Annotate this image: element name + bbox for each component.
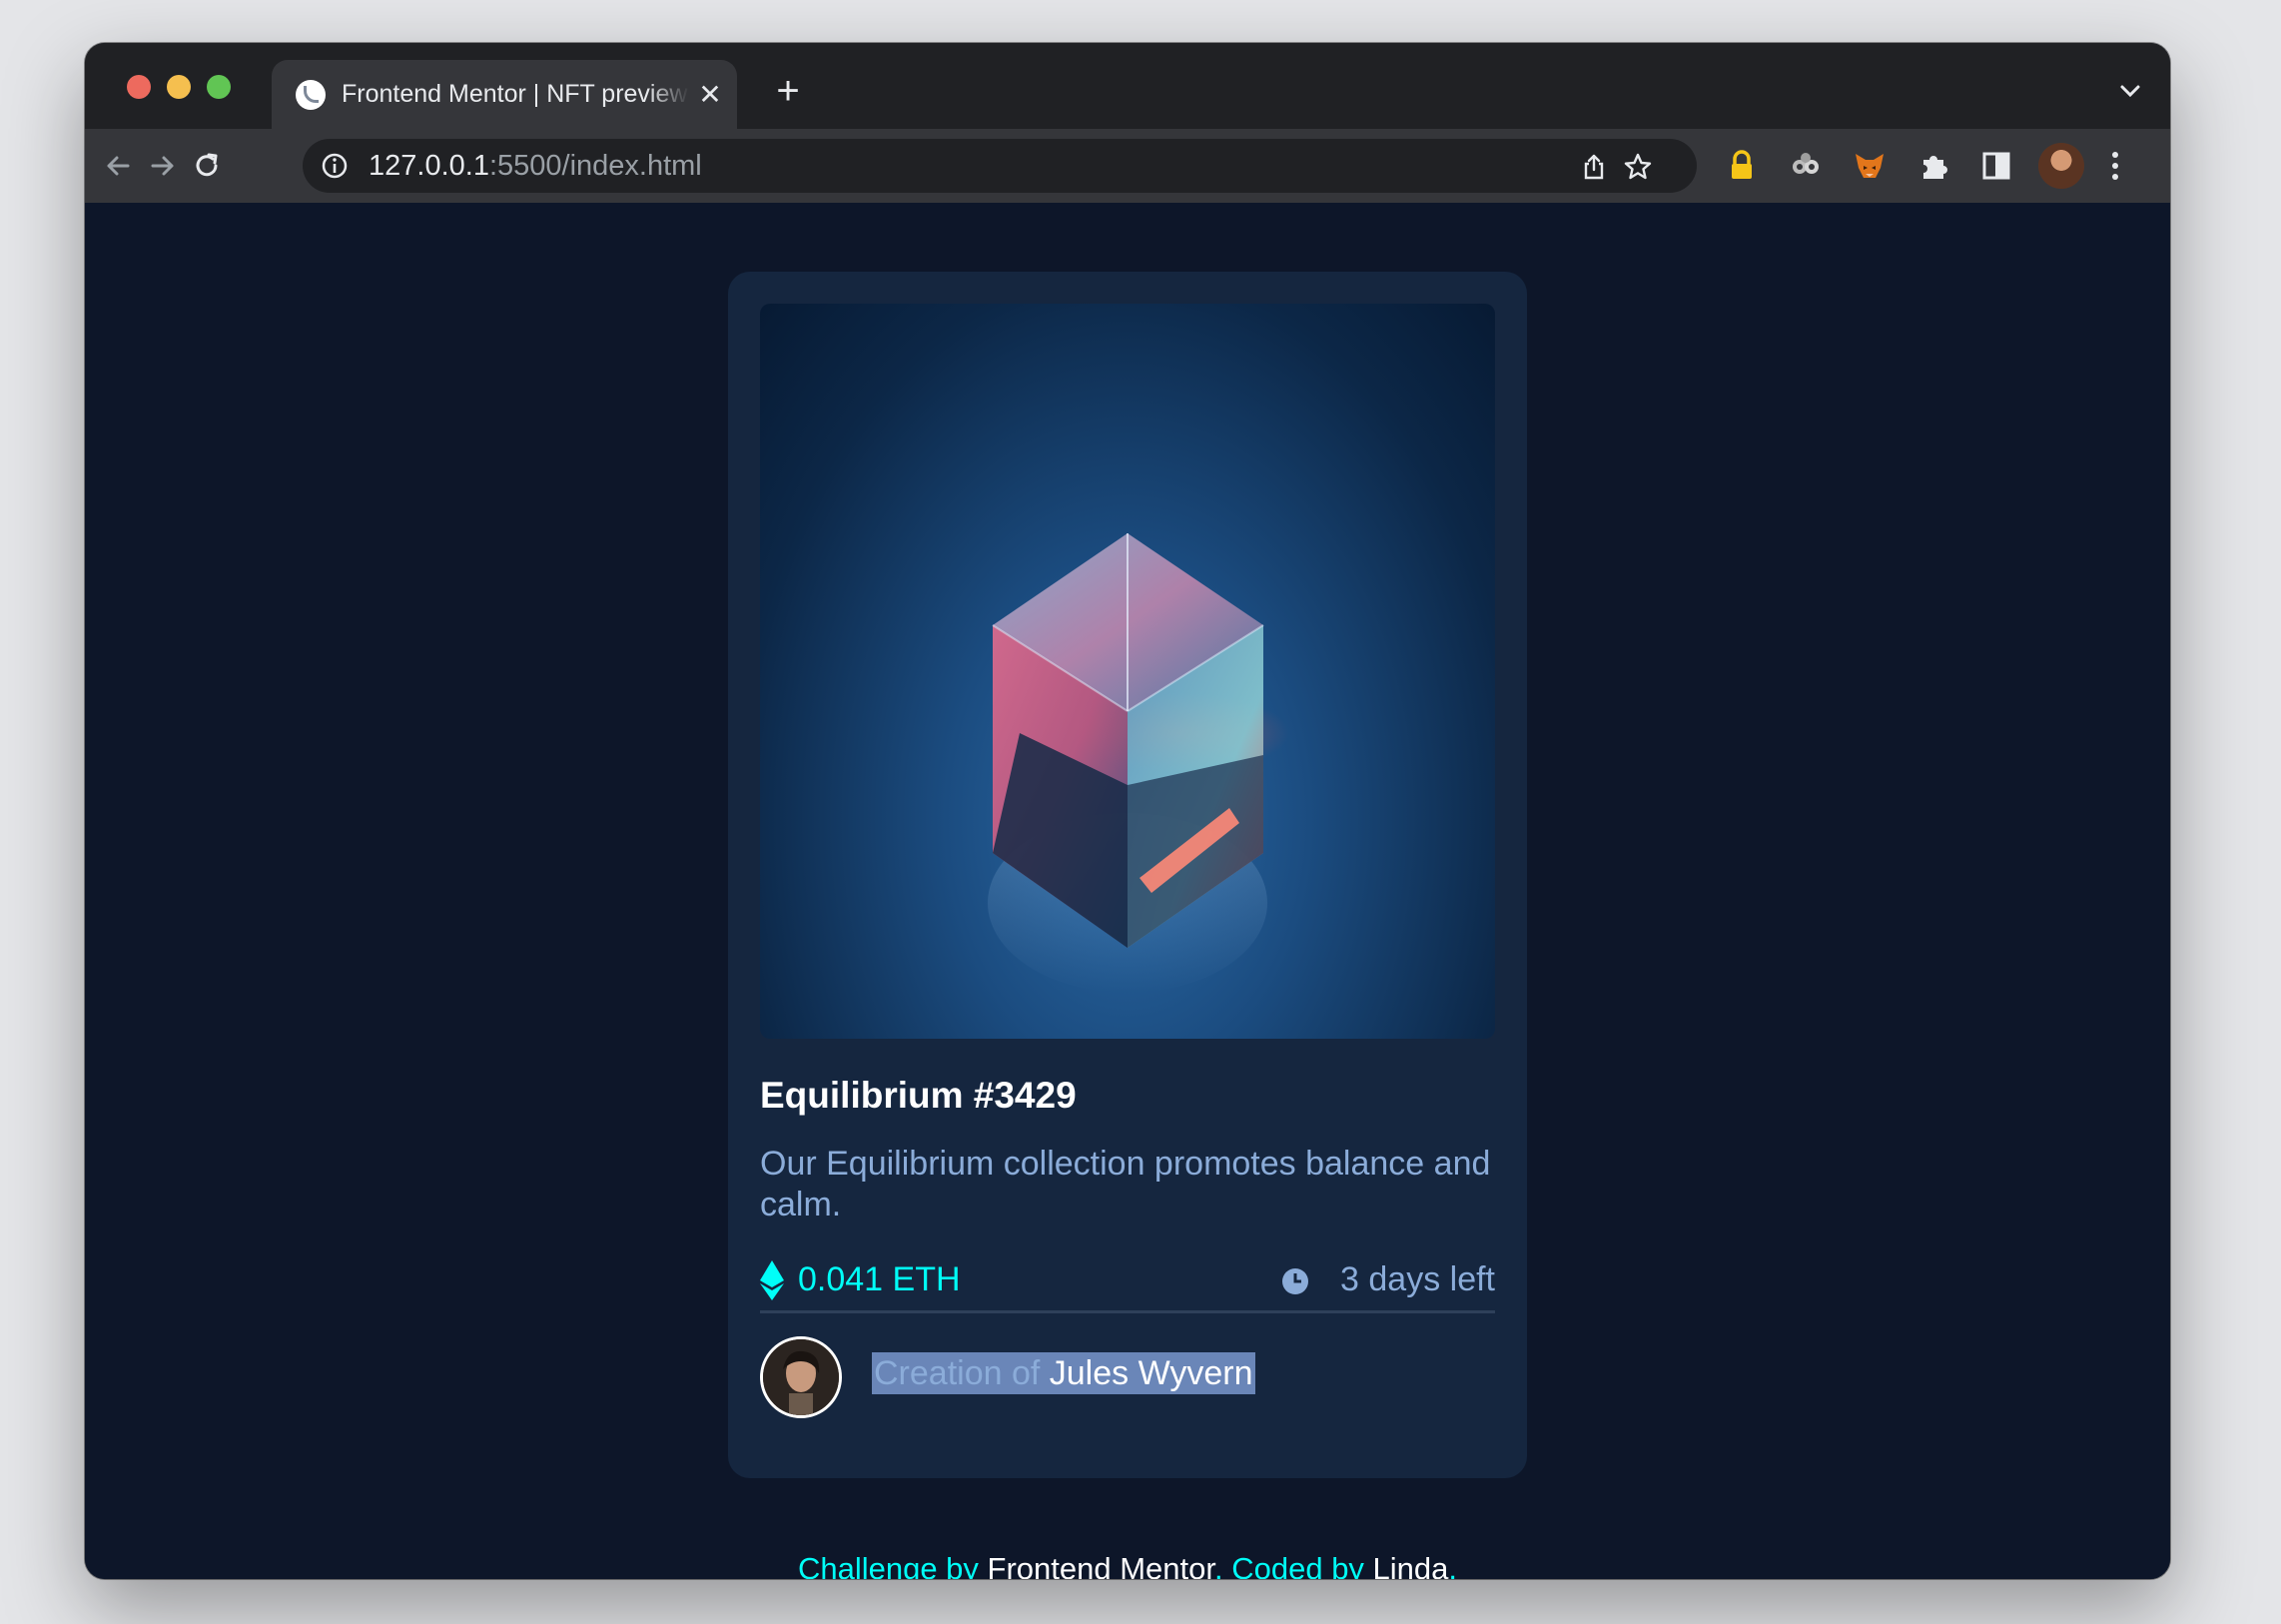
nft-title[interactable]: Equilibrium #3429: [760, 1075, 1077, 1117]
url-text[interactable]: 127.0.0.1:5500/index.html: [369, 150, 702, 184]
minimize-window-button[interactable]: [167, 75, 191, 99]
star-icon[interactable]: [1623, 152, 1653, 182]
url-host: 127.0.0.1: [369, 150, 489, 182]
eyes-icon[interactable]: [1788, 148, 1824, 184]
coded-by-prefix: . Coded by: [1214, 1551, 1373, 1579]
close-icon[interactable]: ✕: [695, 80, 725, 110]
title-bar: Frontend Mentor | NFT preview card compo…: [85, 43, 2170, 129]
time-left: 3 days left: [1340, 1260, 1495, 1298]
ethereum-icon: [760, 1260, 784, 1300]
frontend-mentor-favicon-icon: [296, 80, 326, 110]
profile-avatar[interactable]: [2038, 143, 2084, 189]
creator-prefix: Creation of: [874, 1354, 1050, 1392]
creator-line: Creation of Jules Wyvern: [872, 1352, 1255, 1394]
clock-icon: [1282, 1268, 1308, 1294]
side-panel-icon[interactable]: [1978, 148, 2014, 184]
nft-price: 0.041 ETH: [798, 1260, 961, 1298]
maximize-window-button[interactable]: [207, 75, 231, 99]
arrow-left-icon[interactable]: [101, 149, 135, 183]
fox-icon[interactable]: [1852, 148, 1888, 184]
tab-title: Frontend Mentor | NFT preview card compo…: [342, 80, 689, 108]
attribution-footer: Challenge by Frontend Mentor. Coded by L…: [85, 1551, 2170, 1579]
frontend-mentor-link[interactable]: Frontend Mentor: [988, 1551, 1214, 1579]
share-icon[interactable]: [1579, 152, 1609, 182]
nft-card: Equilibrium #3429 Our Equilibrium collec…: [728, 272, 1527, 1478]
address-bar[interactable]: 127.0.0.1:5500/index.html: [303, 139, 1697, 193]
footer-suffix: .: [1448, 1551, 1458, 1579]
info-icon[interactable]: [321, 152, 349, 180]
new-tab-plus-icon[interactable]: +: [768, 71, 808, 113]
arrow-right-icon[interactable]: [146, 149, 180, 183]
crystal-cube-illustration: [988, 533, 1289, 993]
browser-window: Frontend Mentor | NFT preview card compo…: [85, 43, 2170, 1579]
browser-toolbar: 127.0.0.1:5500/index.html: [85, 129, 2170, 205]
page-content: Equilibrium #3429 Our Equilibrium collec…: [85, 203, 2170, 1579]
chevron-down-icon[interactable]: [2116, 77, 2144, 105]
author-link[interactable]: Linda: [1373, 1551, 1449, 1579]
lock-icon[interactable]: [1724, 148, 1760, 184]
close-window-button[interactable]: [127, 75, 151, 99]
creator-avatar: [760, 1336, 842, 1418]
challenge-prefix: Challenge by: [797, 1551, 988, 1579]
puzzle-icon[interactable]: [1915, 148, 1951, 184]
browser-tab[interactable]: Frontend Mentor | NFT preview card compo…: [272, 60, 737, 129]
kebab-menu-icon[interactable]: [2110, 149, 2120, 183]
reload-icon[interactable]: [190, 149, 224, 183]
nft-description: Our Equilibrium collection promotes bala…: [760, 1145, 1491, 1223]
url-path: :5500/index.html: [488, 150, 702, 182]
creator-name-link[interactable]: Jules Wyvern: [1050, 1354, 1253, 1392]
nft-stats: 0.041 ETH 3 days left: [760, 1256, 1495, 1313]
nft-image[interactable]: [760, 304, 1495, 1039]
